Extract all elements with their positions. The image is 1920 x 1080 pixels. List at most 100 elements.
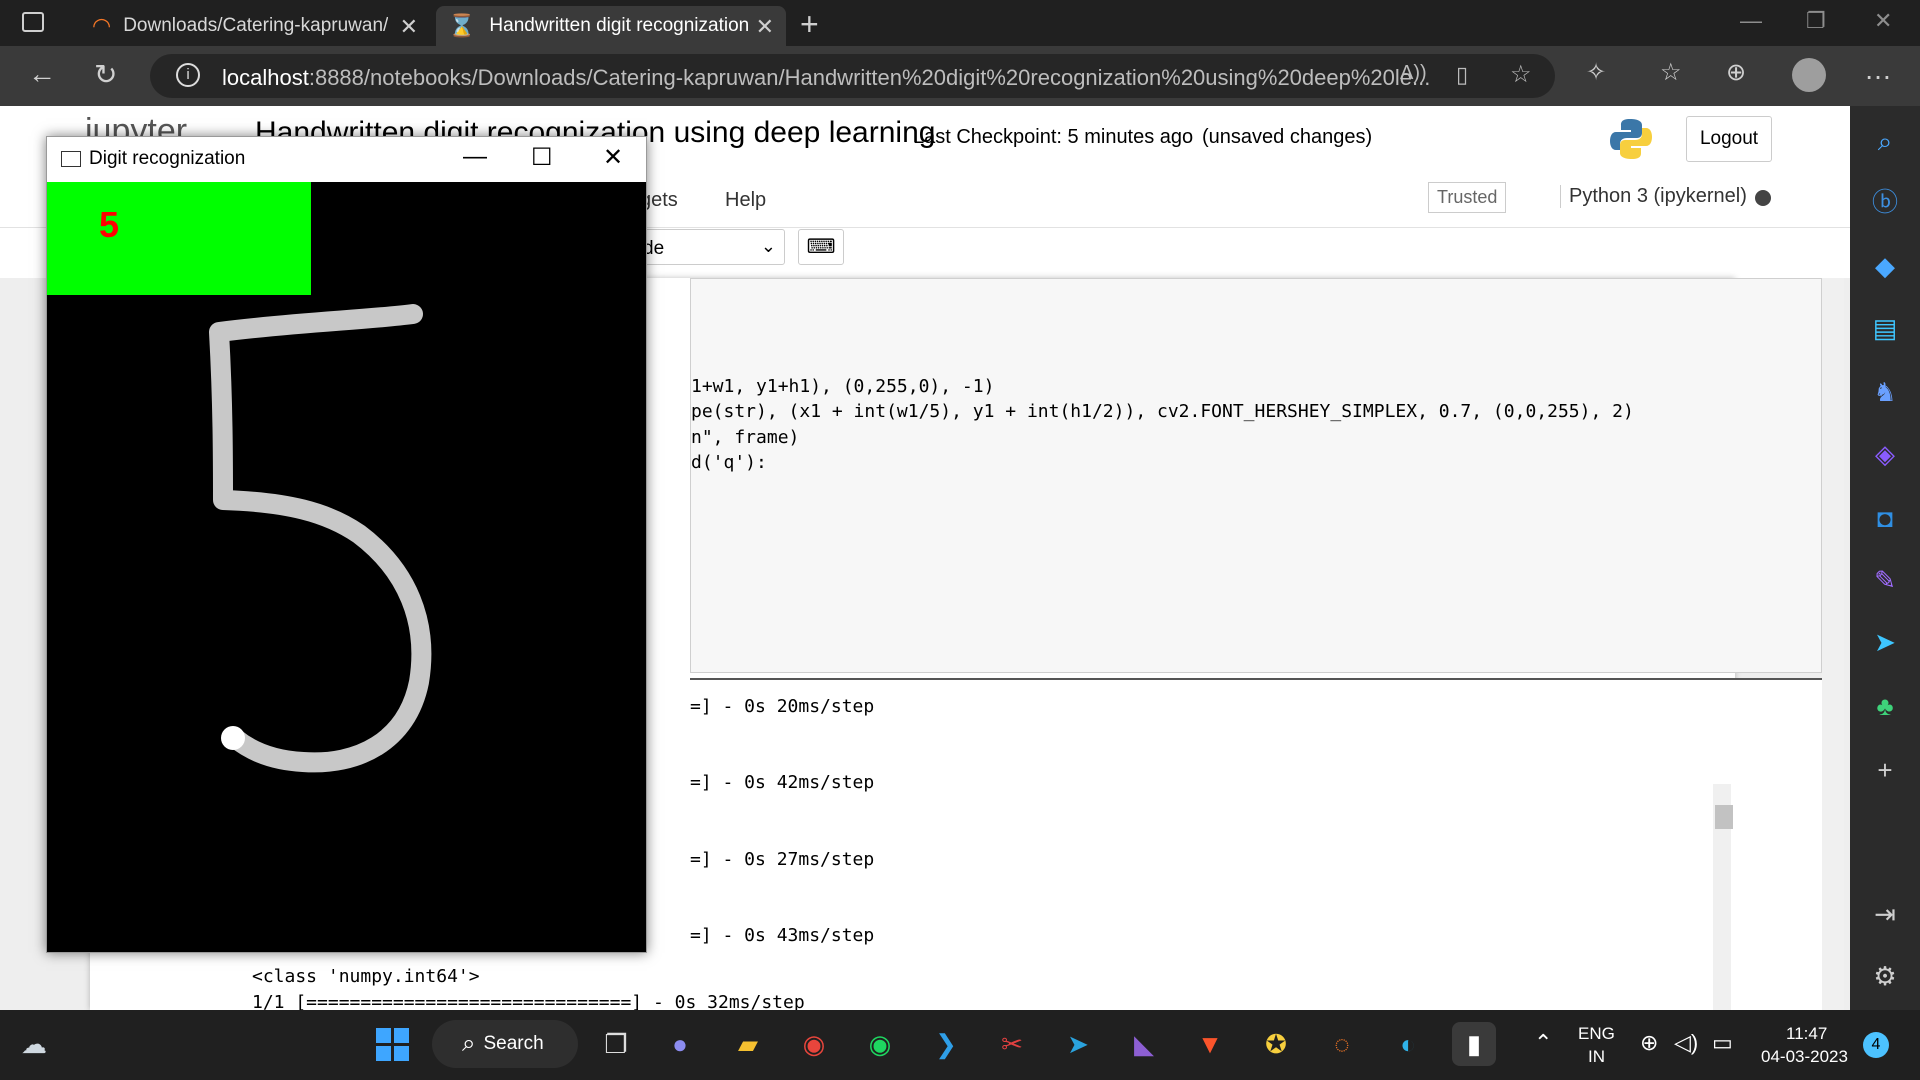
url-text: localhost:8888/notebooks/Downloads/Cater… xyxy=(222,65,1430,91)
chevron-down-icon: ⌄ xyxy=(760,236,776,256)
back-icon[interactable]: ← xyxy=(28,58,56,90)
tree-icon[interactable]: ♣ xyxy=(1867,688,1903,724)
minimize-icon[interactable]: — xyxy=(463,143,487,171)
drop-icon[interactable]: ➤ xyxy=(1867,624,1903,660)
add-favorite-icon[interactable]: ☆ xyxy=(1510,60,1532,89)
address-bar-row: ← ↻ i localhost:8888/notebooks/Downloads… xyxy=(0,46,1920,106)
vscode-icon[interactable]: ❯ xyxy=(924,1022,968,1066)
output-line: =] - 0s 42ms/step xyxy=(690,772,875,793)
window-titlebar[interactable]: Digit recognization — ☐ ✕ xyxy=(47,137,646,182)
page-scrollbar[interactable] xyxy=(1822,278,1844,1010)
weather-icon[interactable]: ☁ xyxy=(12,1022,56,1066)
snipping-tool-icon[interactable]: ✂ xyxy=(990,1022,1034,1066)
code-cell-input[interactable]: 1+w1, y1+h1), (0,255,0), -1) pe(str), (x… xyxy=(690,278,1822,673)
code-line: pe(str), (x1 + int(w1/5), y1 + int(h1/2)… xyxy=(691,401,1634,422)
tab-notebook[interactable]: ⌛ Handwritten digit recognization u ✕ xyxy=(436,6,786,46)
tab-actions-icon[interactable] xyxy=(22,12,44,32)
bing-icon[interactable]: ⓑ xyxy=(1867,182,1903,218)
logout-button[interactable]: Logout xyxy=(1686,116,1772,162)
output-line: =] - 0s 43ms/step xyxy=(690,925,875,946)
taskbar-search[interactable]: ⌕ Search xyxy=(432,1020,578,1068)
restore-icon[interactable]: ❐ xyxy=(1806,8,1826,34)
tab-downloads[interactable]: ◠ Downloads/Catering-kapruwan/ ✕ xyxy=(80,6,430,46)
output-class-line: <class 'numpy.int64'> xyxy=(252,966,480,987)
clock-time[interactable]: 11:47 xyxy=(1786,1024,1827,1044)
games-icon[interactable]: ♞ xyxy=(1867,374,1903,410)
code-line: 1+w1, y1+h1), (0,255,0), -1) xyxy=(691,376,995,397)
favorites-icon[interactable]: ☆ xyxy=(1660,58,1682,87)
close-tab-icon[interactable]: ✕ xyxy=(400,14,418,40)
hourglass-icon: ⌛ xyxy=(448,13,476,38)
teams-chat-icon[interactable]: ● xyxy=(658,1022,702,1066)
brave-icon[interactable]: ▼ xyxy=(1188,1022,1232,1066)
settings-icon[interactable]: ⚙ xyxy=(1867,958,1903,994)
search-icon[interactable]: ⌕ xyxy=(1867,124,1903,160)
shopping-icon[interactable]: ◆ xyxy=(1867,248,1903,284)
immersive-reader-icon[interactable]: ▯ xyxy=(1456,62,1468,88)
volume-icon[interactable]: ◁) xyxy=(1674,1030,1698,1056)
profile-icon[interactable] xyxy=(1792,58,1826,92)
show-hidden-icons[interactable]: ⌃ xyxy=(1534,1030,1552,1056)
chrome-icon[interactable]: ◉ xyxy=(792,1022,836,1066)
jupyter-tab-icon: ◠ xyxy=(92,13,112,38)
minimize-icon[interactable]: — xyxy=(1740,8,1762,34)
python-logo xyxy=(1610,119,1652,159)
designer-icon[interactable]: ✎ xyxy=(1867,562,1903,598)
code-line: d('q'): xyxy=(691,452,767,473)
close-tab-icon[interactable]: ✕ xyxy=(756,14,774,40)
jupyter-icon[interactable]: ◌ xyxy=(1320,1022,1364,1066)
cell-output: =] - 0s 20ms/step =] - 0s 42ms/step =] -… xyxy=(690,678,1822,1010)
keyboard-shortcuts-button[interactable]: ⌨ xyxy=(798,229,844,265)
output-scrollbar-thumb[interactable] xyxy=(1715,805,1733,829)
notification-badge[interactable]: 4 xyxy=(1863,1032,1889,1058)
telegram-icon[interactable]: ➤ xyxy=(1056,1022,1100,1066)
drawing-canvas[interactable]: 5 xyxy=(47,182,646,952)
file-explorer-icon[interactable]: ▰ xyxy=(726,1022,770,1066)
edge-sidebar: ⌕ ⓑ ◆ ▤ ♞ ◈ ◘ ✎ ➤ ♣ + ⇥ ⚙ xyxy=(1850,106,1920,1010)
spotify-icon[interactable]: ◉ xyxy=(858,1022,902,1066)
python-idle-icon[interactable]: ✪ xyxy=(1254,1022,1298,1066)
windows-start-icon[interactable] xyxy=(370,1022,414,1066)
tab-title: Downloads/Catering-kapruwan/ xyxy=(123,15,389,36)
hide-sidebar-icon[interactable]: ⇥ xyxy=(1867,896,1903,932)
add-icon[interactable]: + xyxy=(1867,752,1903,788)
kernel-status-icon xyxy=(1755,190,1771,206)
new-tab-icon[interactable]: + xyxy=(800,6,819,43)
app-icon xyxy=(61,151,81,167)
clock-date[interactable]: 04-03-2023 xyxy=(1761,1047,1848,1067)
network-icon[interactable]: ⊕ xyxy=(1640,1030,1658,1056)
menu-help[interactable]: Help xyxy=(725,189,766,212)
output-line: =] - 0s 27ms/step xyxy=(690,849,875,870)
keyboard-icon: ⌨ xyxy=(806,236,836,258)
visual-studio-icon[interactable]: ◣ xyxy=(1122,1022,1166,1066)
close-icon[interactable]: ✕ xyxy=(603,143,623,172)
more-icon[interactable]: … xyxy=(1864,54,1892,86)
maximize-icon[interactable]: ☐ xyxy=(531,143,553,172)
language-region[interactable]: IN xyxy=(1588,1047,1605,1067)
info-icon[interactable]: i xyxy=(176,63,200,87)
address-bar[interactable]: i localhost:8888/notebooks/Downloads/Cat… xyxy=(150,54,1555,98)
read-aloud-icon[interactable]: A)) xyxy=(1400,62,1427,85)
digit-recognition-window[interactable]: Digit recognization — ☐ ✕ 5 xyxy=(46,136,647,953)
trusted-indicator[interactable]: Trusted xyxy=(1428,182,1507,213)
language-indicator[interactable]: ENG xyxy=(1578,1024,1615,1044)
kernel-name[interactable]: Python 3 (ipykernel) xyxy=(1560,185,1747,208)
battery-icon[interactable]: ▭ xyxy=(1712,1030,1733,1056)
edge-icon[interactable]: ◐ xyxy=(1386,1022,1430,1066)
tab-title: Handwritten digit recognization u xyxy=(489,15,750,36)
extensions-icon[interactable]: ✧ xyxy=(1586,58,1606,87)
windows-taskbar: ☁ ⌕ Search ❐ ● ▰ ◉ ◉ ❯ ✂ ➤ ◣ ▼ ✪ ◌ ◐ ▮ ⌃… xyxy=(0,1010,1920,1080)
close-window-icon[interactable]: ✕ xyxy=(1874,8,1892,34)
collections-icon[interactable]: ⊕ xyxy=(1726,58,1746,87)
office-icon[interactable]: ◈ xyxy=(1867,436,1903,472)
notepad-icon[interactable]: ▮ xyxy=(1452,1022,1496,1066)
refresh-icon[interactable]: ↻ xyxy=(94,58,117,91)
tools-icon[interactable]: ▤ xyxy=(1867,310,1903,346)
window-title: Digit recognization xyxy=(89,148,246,169)
search-icon: ⌕ xyxy=(462,1030,476,1057)
task-view-icon[interactable]: ❐ xyxy=(594,1022,638,1066)
outlook-icon[interactable]: ◘ xyxy=(1867,500,1903,536)
code-line: n", frame) xyxy=(691,427,800,448)
browser-tab-strip: ◠ Downloads/Catering-kapruwan/ ✕ ⌛ Handw… xyxy=(0,0,1920,46)
handwritten-stroke xyxy=(209,304,432,773)
